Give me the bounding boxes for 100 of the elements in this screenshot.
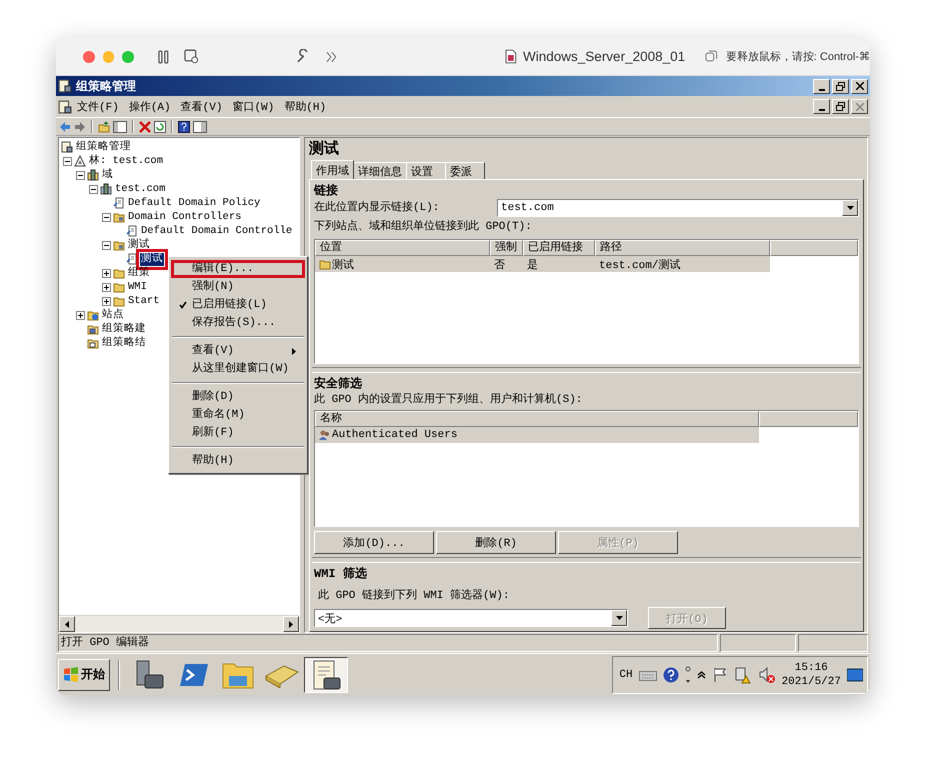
tree-item[interactable]: 域 [101, 168, 114, 182]
start-button[interactable]: 开始 [58, 658, 110, 690]
delete-icon[interactable] [139, 120, 151, 132]
taskbar-app-button[interactable] [304, 656, 348, 692]
menu-item[interactable]: 查看(V) [176, 97, 228, 116]
dropdown-button[interactable] [842, 200, 858, 216]
help-icon[interactable] [178, 120, 190, 132]
action-button[interactable]: 添加(D)... [314, 531, 434, 554]
network-warning-icon[interactable] [734, 666, 752, 684]
tree-item[interactable]: Default Domain Policy [127, 196, 262, 210]
context-menu-item[interactable]: 强制(N) [171, 278, 305, 296]
collapse-toggle[interactable] [89, 184, 98, 194]
tab[interactable]: 作用域 [311, 160, 354, 179]
tree-item[interactable]: WMI [127, 280, 148, 294]
chevron-icon[interactable] [326, 50, 338, 62]
console-icon [61, 141, 73, 153]
close-button[interactable] [851, 78, 868, 94]
show-desktop-icon[interactable] [847, 668, 863, 682]
restore-button[interactable] [832, 99, 849, 114]
context-menu-item[interactable]: 编辑(E)... [171, 260, 305, 278]
host-window-title: Windows_Server_2008_01 [523, 49, 686, 64]
context-menu-item[interactable]: 从这里创建窗口(W) [171, 360, 305, 378]
tab[interactable]: 详细信息 [353, 162, 407, 179]
context-menu-item[interactable]: 保存报告(S)... [171, 314, 305, 332]
tree-item[interactable]: 林: test.com [88, 154, 164, 168]
expand-toggle[interactable] [76, 310, 85, 320]
menu-item[interactable]: 文件(F) [72, 97, 124, 116]
windows-flag-icon [63, 666, 79, 682]
clock[interactable]: 15:16 2021/5/27 [782, 660, 841, 688]
collapse-toggle[interactable] [102, 212, 111, 222]
expand-toggle[interactable] [102, 268, 111, 278]
wmi-filter-dropdown[interactable]: <无> [314, 609, 628, 628]
column-header[interactable]: 名称 [315, 410, 759, 426]
table-cell[interactable]: Authenticated Users [315, 426, 759, 442]
up-folder-icon[interactable] [98, 120, 110, 132]
help-icon[interactable] [662, 666, 679, 682]
action-button[interactable]: 删除(R) [436, 531, 556, 554]
location-dropdown[interactable]: test.com [497, 199, 859, 217]
minimize-button[interactable] [813, 78, 830, 94]
tree-item[interactable]: 测试 [127, 238, 151, 252]
back-icon[interactable] [59, 120, 71, 132]
menu-item[interactable]: 操作(A) [124, 97, 176, 116]
tree-item[interactable]: 组策略建 [101, 322, 147, 336]
column-header[interactable]: 强制 [490, 240, 523, 256]
forward-icon[interactable] [74, 120, 86, 132]
context-menu-item[interactable]: 刷新(F) [171, 424, 305, 442]
details-title: 测试 [309, 140, 340, 160]
options-icon[interactable] [684, 666, 691, 684]
tree-item[interactable]: 组策 [127, 266, 151, 280]
document-icon [126, 225, 138, 237]
report-icon [87, 337, 99, 349]
collapse-toggle[interactable] [63, 156, 72, 166]
context-menu-item[interactable]: 删除(D) [171, 388, 305, 406]
table-cell[interactable]: 否 [490, 256, 523, 272]
copy-icon[interactable] [705, 50, 718, 63]
table-cell[interactable]: 是 [523, 256, 595, 272]
tree-item[interactable]: Default Domain Controlle [140, 224, 294, 238]
refresh-icon[interactable] [154, 120, 166, 132]
language-indicator[interactable]: CH [619, 668, 633, 680]
horizontal-scrollbar[interactable] [59, 615, 299, 632]
field-label: 此 GPO 链接到下列 WMI 筛选器(W): [317, 588, 510, 604]
pause-icon[interactable] [158, 50, 170, 64]
tree-item[interactable]: 组策略结 [101, 336, 147, 350]
panel-icon[interactable] [193, 120, 207, 132]
tree-item[interactable]: 组策略管理 [75, 140, 132, 154]
console-icon[interactable] [58, 100, 72, 114]
menu-item[interactable]: 帮助(H) [279, 97, 332, 116]
tab[interactable]: 设置 [406, 162, 446, 179]
volume-muted-icon[interactable] [758, 666, 776, 684]
tree-item[interactable]: 站点 [101, 308, 125, 322]
collapse-toggle[interactable] [102, 240, 111, 250]
menu-item[interactable]: 窗口(W) [227, 97, 280, 116]
panel-icon[interactable] [113, 120, 127, 132]
close-button[interactable] [851, 99, 868, 114]
context-menu-item[interactable]: 重命名(M) [171, 406, 305, 424]
dropdown-button[interactable] [611, 610, 627, 626]
restore-button[interactable] [832, 78, 849, 94]
collapse-toggle[interactable] [76, 170, 85, 180]
caret-icon [616, 616, 622, 620]
snapshot-icon[interactable] [184, 49, 198, 64]
minimize-button[interactable] [813, 99, 830, 114]
table-cell[interactable]: test.com/测试 [595, 256, 770, 272]
tab[interactable]: 委派 [445, 162, 485, 179]
tree-item[interactable]: Domain Controllers [127, 210, 242, 224]
scroll-right-button[interactable] [283, 616, 299, 632]
tree-item[interactable]: Start [127, 294, 161, 308]
column-header[interactable]: 位置 [315, 240, 490, 256]
context-menu-item[interactable]: 查看(V) [171, 342, 305, 360]
context-menu-item[interactable]: 帮助(H) [171, 452, 305, 470]
chevron-up-icon[interactable] [696, 670, 706, 678]
table-cell[interactable]: 测试 [315, 256, 490, 272]
expand-toggle[interactable] [102, 282, 111, 292]
close-icon [856, 82, 864, 90]
expand-toggle[interactable] [102, 296, 111, 306]
tree-item[interactable]: test.com [114, 182, 166, 196]
flag-icon[interactable] [712, 666, 728, 682]
scroll-left-button[interactable] [59, 616, 75, 632]
column-header[interactable]: 已启用链接 [523, 240, 595, 256]
context-menu-item[interactable]: 已启用链接(L) [171, 296, 305, 314]
column-header[interactable]: 路径 [595, 240, 770, 256]
